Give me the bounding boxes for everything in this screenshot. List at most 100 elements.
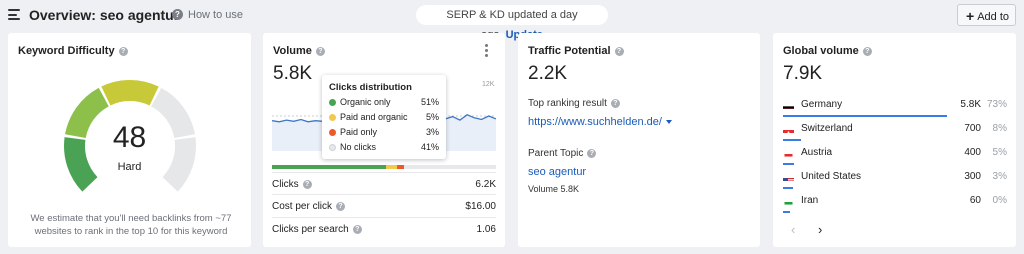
update-notice: SERP & KD updated a day ago.Update: [416, 5, 608, 41]
add-to-button[interactable]: + Add to: [957, 4, 1016, 26]
metric-value: $16.00: [465, 201, 496, 212]
info-icon[interactable]: ?: [610, 99, 620, 108]
kd-score: 48: [112, 121, 147, 154]
info-icon[interactable]: ?: [587, 149, 597, 158]
country-share-bar: [783, 139, 801, 141]
country-volume: 300: [964, 171, 981, 182]
parent-topic-label: Parent Topic?: [528, 148, 597, 159]
volume-card: Volume? 5.8K 12K Clicks? 6.2K Cost per c…: [263, 33, 505, 247]
kd-title: Keyword Difficulty: [18, 45, 115, 57]
info-icon[interactable]: ?: [614, 47, 624, 56]
flag-united-states-icon: [783, 173, 794, 181]
country-name: United States: [801, 171, 862, 182]
prev-page-icon[interactable]: ‹: [791, 222, 795, 237]
info-icon[interactable]: ?: [302, 180, 312, 189]
top-bar: Overview: seo agentur ? How to use SERP …: [0, 0, 1024, 41]
plus-icon: +: [966, 8, 975, 24]
country-row-germany[interactable]: Germany 5.8K 73%: [783, 94, 1007, 118]
kd-description: We estimate that you'll need backlinks f…: [30, 213, 232, 237]
country-pct: 73%: [986, 99, 1007, 110]
top-result-url[interactable]: https://www.suchhelden.de/: [528, 116, 662, 128]
add-to-label: Add to: [977, 11, 1009, 23]
card-title: Traffic Potential?: [528, 45, 624, 57]
country-name: Iran: [801, 195, 819, 206]
tooltip-row-no-clicks: No clicks 41%: [329, 141, 439, 153]
info-icon[interactable]: ?: [315, 47, 325, 56]
country-row-switzerland[interactable]: Switzerland 700 8%: [783, 118, 1007, 142]
global-volume-value: 7.9K: [783, 63, 823, 84]
clicks-distribution-bar[interactable]: [272, 165, 496, 169]
traffic-potential-card: Traffic Potential? 2.2K Top ranking resu…: [518, 33, 760, 247]
hamburger-menu-icon[interactable]: [8, 9, 20, 20]
legend-dot-icon: [329, 98, 336, 106]
volume-title: Volume: [273, 45, 312, 57]
country-pct: 0%: [992, 195, 1007, 206]
country-volume: 5.8K: [960, 99, 981, 110]
top-result-label: Top ranking result?: [528, 98, 620, 109]
global-volume-card: Global volume? 7.9K Germany 5.8K 73% Swi…: [773, 33, 1016, 247]
tooltip-row-label: No clicks: [340, 142, 377, 152]
tooltip-row-label: Paid and organic: [340, 112, 408, 122]
info-icon[interactable]: ?: [336, 202, 346, 211]
flag-switzerland-icon: [783, 125, 794, 133]
more-options-icon[interactable]: [485, 44, 489, 59]
country-name: Germany: [801, 99, 843, 110]
distribution-segment: [404, 165, 496, 169]
parent-topic-label-text: Parent Topic: [528, 148, 584, 159]
flag-austria-icon: [783, 149, 794, 157]
tooltip-row-paid-only: Paid only 3%: [329, 126, 439, 138]
card-title: Global volume?: [783, 45, 872, 57]
distribution-segment: [386, 165, 398, 169]
chevron-down-icon[interactable]: [665, 120, 672, 124]
country-row-iran[interactable]: Iran 60 0%: [783, 190, 1007, 214]
country-row-austria[interactable]: Austria 400 5%: [783, 142, 1007, 166]
top-result-url-link[interactable]: https://www.suchhelden.de/: [528, 116, 672, 128]
info-icon[interactable]: ?: [862, 47, 872, 56]
tooltip-row-label: Paid only: [340, 127, 378, 137]
legend-dot-icon: [329, 113, 336, 121]
flag-iran-icon: [783, 197, 794, 205]
tooltip-row-pct: 41%: [420, 142, 439, 152]
flag-germany-icon: [783, 101, 794, 109]
help-icon[interactable]: ?: [172, 9, 183, 20]
top-result-label-text: Top ranking result: [528, 98, 607, 109]
next-page-icon[interactable]: ›: [818, 222, 822, 237]
legend-dot-icon: [329, 143, 336, 151]
country-share-bar: [783, 187, 793, 189]
distribution-segment: [272, 165, 387, 169]
country-share-bar: [783, 115, 947, 117]
card-title: Keyword Difficulty?: [18, 45, 128, 57]
gauge-segment: [101, 80, 159, 106]
keyword-difficulty-card: Keyword Difficulty? 48 Hard We estimate …: [8, 33, 251, 247]
metric-row-clicks-per-search: Clicks per search? 1.06: [272, 217, 496, 241]
country-volume: 60: [969, 195, 981, 206]
traffic-potential-value: 2.2K: [528, 63, 568, 84]
country-row-united-states[interactable]: United States 300 3%: [783, 166, 1007, 190]
country-pct: 8%: [992, 123, 1007, 134]
metric-label: Clicks per search: [272, 224, 349, 235]
tooltip-title: Clicks distribution: [329, 82, 412, 93]
legend-dot-icon: [329, 128, 336, 136]
how-to-use-link[interactable]: How to use: [188, 9, 243, 21]
info-icon[interactable]: ?: [118, 47, 128, 56]
parent-topic-link[interactable]: seo agentur: [528, 166, 586, 178]
metric-value: 1.06: [476, 224, 496, 235]
tooltip-row-paid-and-organic: Paid and organic 5%: [329, 111, 439, 123]
tooltip-row-pct: 51%: [420, 97, 439, 107]
clicks-distribution-tooltip: Clicks distribution Organic only 51% Paid…: [322, 75, 446, 159]
country-pct: 5%: [992, 147, 1007, 158]
country-name: Austria: [801, 147, 833, 158]
country-name: Switzerland: [801, 123, 853, 134]
card-title: Volume?: [273, 45, 325, 57]
metric-label: Cost per click: [272, 201, 333, 212]
info-icon[interactable]: ?: [352, 225, 362, 234]
gv-title: Global volume: [783, 45, 859, 57]
tooltip-row-label: Organic only: [340, 97, 391, 107]
country-share-bar: [783, 163, 795, 165]
distribution-segment: [397, 165, 405, 169]
country-share-bar: [783, 211, 790, 213]
country-pct: 3%: [992, 171, 1007, 182]
tooltip-row-pct: 5%: [425, 112, 439, 122]
page-title: Overview: seo agentur: [29, 7, 180, 23]
metric-label: Clicks: [272, 179, 299, 190]
